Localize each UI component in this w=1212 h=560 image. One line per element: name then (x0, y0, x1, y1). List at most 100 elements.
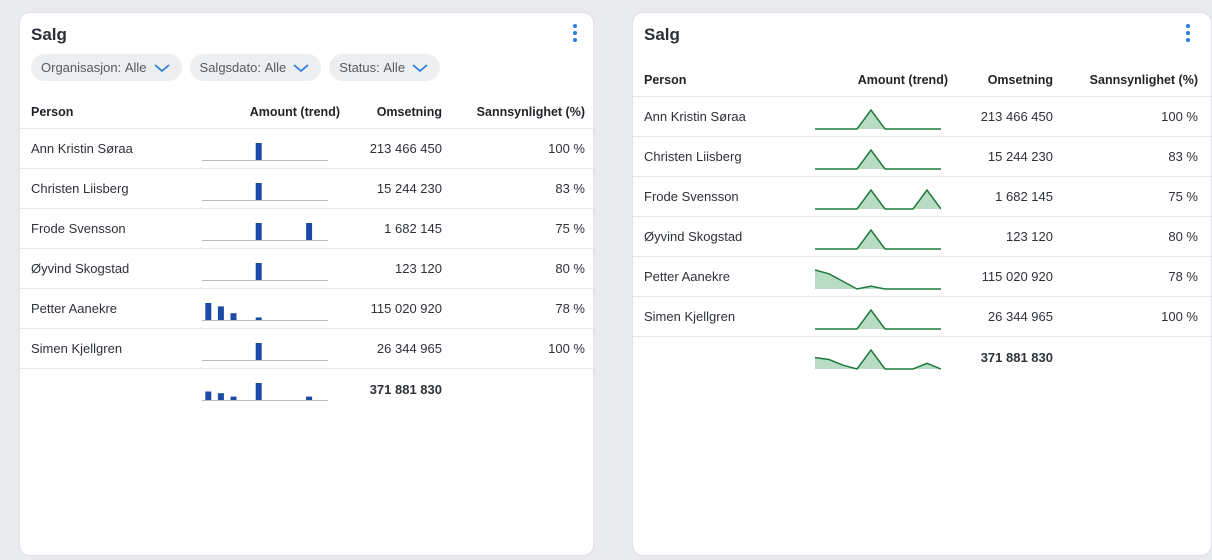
filter-label: Salgsdato: (199, 60, 261, 75)
filter-value: Alle (124, 60, 147, 75)
table-row[interactable]: Ann Kristin Søraa 213 466 450 100 % (20, 129, 593, 169)
trend-area-sparkline (815, 148, 941, 170)
trend-bar (217, 393, 224, 400)
trend-area-sparkline (815, 269, 941, 290)
table-header: Person Amount (trend) Omsetning Sannsynl… (20, 96, 593, 129)
table-row[interactable]: Ann Kristin Søraa 213 466 450 100 % (633, 97, 1211, 137)
filter-label: Organisasjon: (41, 60, 122, 75)
cell-sannsynlighet: 100 % (548, 341, 585, 356)
cell-sannsynlighet: 83 % (1168, 149, 1198, 164)
table-row[interactable]: Øyvind Skogstad 123 120 80 % (633, 217, 1211, 257)
chevron-down-icon (412, 63, 428, 72)
cell-person: Ann Kristin Søraa (644, 109, 746, 124)
cell-person: Øyvind Skogstad (31, 261, 130, 276)
cell-total-omsetning: 371 881 830 (980, 349, 1053, 365)
filter-bar: Organisasjon: Alle Salgsdato: Alle Statu… (31, 54, 441, 81)
cell-sannsynlighet: 78 % (555, 301, 585, 316)
col-sannsynlighet[interactable]: Sannsynlighet (%) (450, 96, 585, 128)
trend-bar (255, 263, 262, 280)
trend-bar-sparkline (202, 383, 328, 401)
card-title: Salg (644, 25, 680, 44)
more-options-icon[interactable] (568, 22, 582, 46)
col-person[interactable]: Person (31, 96, 73, 128)
cell-sannsynlighet: 75 % (1168, 189, 1198, 204)
filter-salgsdato[interactable]: Salgsdato: Alle (189, 54, 322, 81)
trend-area-sparkline (815, 348, 941, 370)
col-omsetning[interactable]: Omsetning (340, 96, 442, 128)
trend-bar (217, 306, 224, 320)
cell-total-omsetning: 371 881 830 (369, 381, 442, 397)
trend-bar (255, 383, 262, 400)
cell-omsetning: 123 120 (395, 261, 442, 276)
cell-person: Simen Kjellgren (31, 341, 123, 356)
cell-omsetning: 115 020 920 (370, 301, 442, 316)
col-trend[interactable]: Amount (trend) (190, 96, 340, 128)
table-row[interactable]: Simen Kjellgren 26 344 965 100 % (20, 329, 593, 369)
trend-bar (230, 313, 237, 320)
filter-organisasjon[interactable]: Organisasjon: Alle (31, 54, 182, 81)
cell-person: Ann Kristin Søraa (31, 141, 133, 156)
table-row[interactable]: Petter Aanekre 115 020 920 78 % (20, 289, 593, 329)
trend-bar-sparkline (202, 263, 328, 281)
cell-person: Christen Liisberg (31, 181, 129, 196)
cell-omsetning: 26 344 965 (987, 309, 1053, 324)
trend-bar-sparkline (202, 343, 328, 361)
table-row[interactable]: Frode Svensson 1 682 145 75 % (633, 177, 1211, 217)
trend-bar (255, 317, 262, 320)
more-options-icon[interactable] (1181, 22, 1195, 46)
trend-bar-sparkline (202, 183, 328, 201)
col-sannsynlighet[interactable]: Sannsynlighet (%) (1063, 64, 1198, 96)
trend-bar (255, 183, 262, 200)
table-total-row: 371 881 830 (633, 337, 1211, 377)
trend-area-sparkline (815, 228, 941, 250)
table-row[interactable]: Petter Aanekre 115 020 920 78 % (633, 257, 1211, 297)
cell-sannsynlighet: 100 % (1161, 109, 1198, 124)
table-total-row: 371 881 830 (20, 369, 593, 409)
trend-area-sparkline (815, 108, 941, 130)
cell-omsetning: 123 120 (1006, 229, 1053, 244)
cell-sannsynlighet: 83 % (555, 181, 585, 196)
trend-bar-sparkline (202, 303, 328, 321)
trend-bar-sparkline (202, 223, 328, 241)
cell-omsetning: 115 020 920 (981, 269, 1053, 284)
cell-person: Christen Liisberg (644, 149, 742, 164)
cell-omsetning: 15 244 230 (987, 149, 1053, 164)
trend-bar (255, 343, 262, 360)
table-row[interactable]: Øyvind Skogstad 123 120 80 % (20, 249, 593, 289)
cell-person: Frode Svensson (31, 221, 126, 236)
cell-person: Simen Kjellgren (644, 309, 736, 324)
card-title: Salg (31, 25, 67, 44)
chevron-down-icon (293, 63, 309, 72)
table-row[interactable]: Christen Liisberg 15 244 230 83 % (20, 169, 593, 209)
trend-bar (205, 391, 212, 400)
col-omsetning[interactable]: Omsetning (963, 64, 1053, 96)
trend-area (815, 270, 941, 289)
sales-card-area-trend: Salg Person Amount (trend) Omsetning San… (633, 13, 1211, 555)
cell-person: Petter Aanekre (644, 269, 730, 284)
cell-person: Øyvind Skogstad (644, 229, 743, 244)
trend-bar (306, 223, 313, 240)
sales-table: Person Amount (trend) Omsetning Sannsynl… (633, 64, 1211, 377)
trend-bar (255, 143, 262, 160)
trend-bar-sparkline (202, 143, 328, 161)
trend-bar (255, 223, 262, 240)
filter-status[interactable]: Status: Alle (329, 54, 441, 81)
col-trend[interactable]: Amount (trend) (803, 64, 948, 96)
cell-sannsynlighet: 78 % (1168, 269, 1198, 284)
cell-sannsynlighet: 80 % (1168, 229, 1198, 244)
sales-card-bar-trend: Salg Organisasjon: Alle Salgsdato: Alle … (20, 13, 593, 555)
cell-omsetning: 15 244 230 (376, 181, 442, 196)
cell-omsetning: 26 344 965 (376, 341, 442, 356)
cell-sannsynlighet: 80 % (555, 261, 585, 276)
trend-area-sparkline (815, 308, 941, 330)
sales-table: Person Amount (trend) Omsetning Sannsynl… (20, 96, 593, 409)
trend-area-sparkline (815, 188, 941, 210)
trend-bar (306, 396, 313, 400)
col-person[interactable]: Person (644, 64, 686, 96)
trend-bar (230, 396, 237, 400)
table-row[interactable]: Frode Svensson 1 682 145 75 % (20, 209, 593, 249)
table-row[interactable]: Christen Liisberg 15 244 230 83 % (633, 137, 1211, 177)
cell-person: Frode Svensson (644, 189, 739, 204)
cell-omsetning: 213 466 450 (980, 109, 1053, 124)
table-row[interactable]: Simen Kjellgren 26 344 965 100 % (633, 297, 1211, 337)
